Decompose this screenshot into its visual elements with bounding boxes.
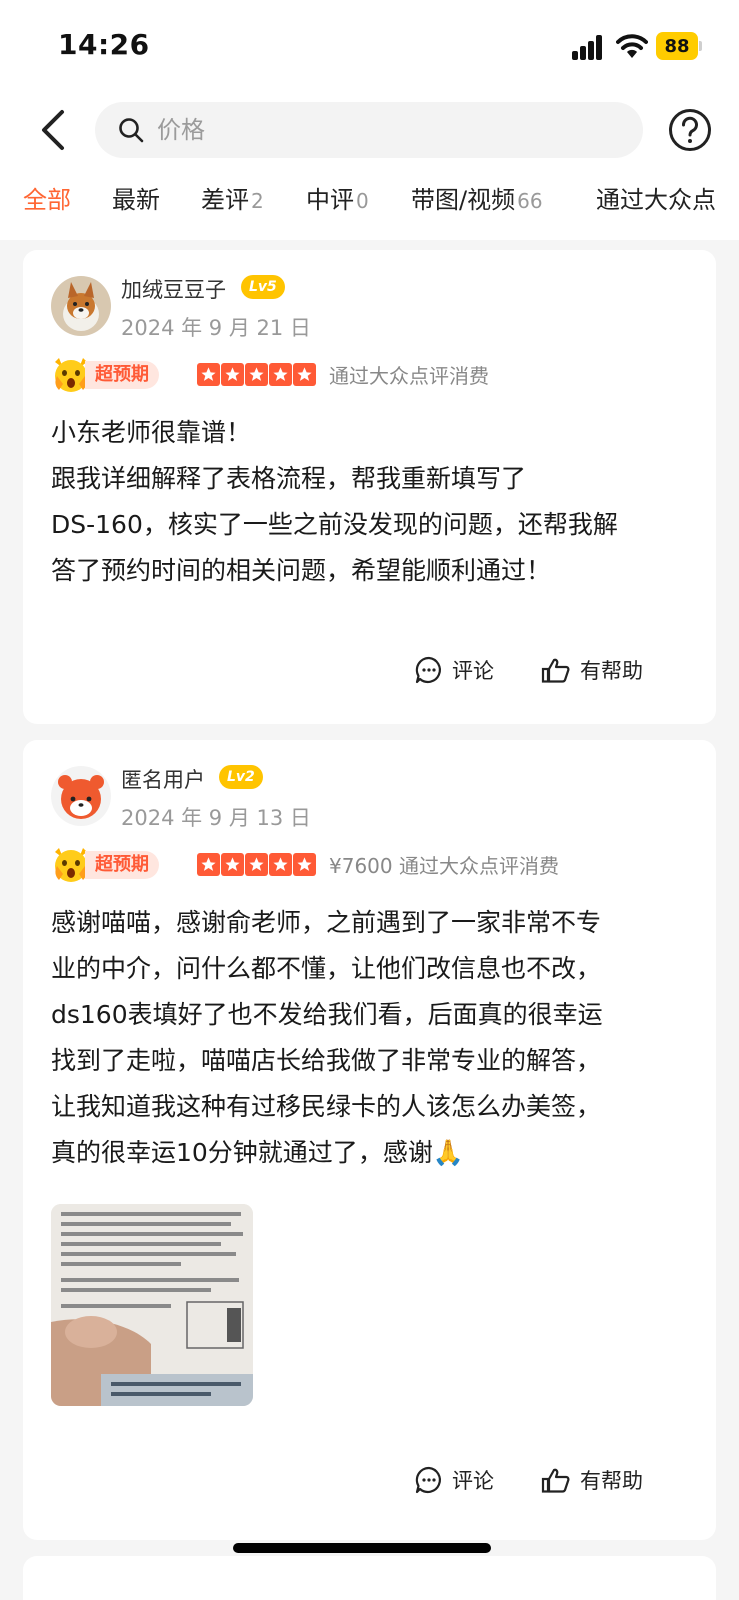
battery-icon: 88 [656, 32, 702, 60]
tab-with-media[interactable]: 带图/视频 66 [411, 180, 543, 215]
review-line: 让我知道我这种有过移民绿卡的人该怎么办美签， [51, 1092, 602, 1121]
username[interactable]: 加绒豆豆子 [121, 274, 226, 304]
rating-row: 超预期 ¥7600 通过大众点评消费 [51, 844, 701, 884]
star-rating [197, 363, 316, 387]
top-nav [0, 98, 739, 162]
help-icon[interactable] [668, 108, 712, 152]
review-line: 真的很幸运10分钟就通过了，感谢🙏 [51, 1138, 464, 1167]
search-bar[interactable] [95, 102, 643, 158]
cellular-signal-icon [572, 34, 606, 60]
review-actions: 评论 有帮助 [392, 650, 692, 690]
rating-row: 超预期 通过大众点评消费 [51, 354, 701, 394]
comment-label: 评论 [452, 659, 494, 683]
review-card-next [23, 1556, 716, 1600]
helpful-button[interactable]: 有帮助 [540, 1460, 643, 1500]
home-indicator [233, 1543, 491, 1553]
tab-negative[interactable]: 差评 2 [201, 180, 264, 215]
tab-count: 0 [356, 189, 369, 213]
top-area: 14:26 88 价格 全部 最新 差评 2 中评 0 带图/视频 66 通过大… [0, 0, 739, 240]
tab-label: 差评 [201, 186, 249, 214]
star-icon [197, 853, 220, 876]
avatar[interactable] [51, 276, 111, 336]
review-actions: 评论 有帮助 [392, 1460, 692, 1500]
review-line: 跟我详细解释了表格流程，帮我重新填写了 [51, 464, 527, 493]
tab-verified[interactable]: 通过大众点 [596, 180, 716, 215]
search-icon [119, 118, 144, 143]
username[interactable]: 匿名用户 [121, 764, 205, 794]
status-time: 14:26 [58, 28, 150, 61]
tab-neutral[interactable]: 中评 0 [306, 180, 369, 215]
filter-tabs: 全部 最新 差评 2 中评 0 带图/视频 66 通过大众点 [0, 172, 739, 228]
helpful-button[interactable]: 有帮助 [540, 650, 643, 690]
review-line: DS-160，核实了一些之前没发现的问题，还帮我解 [51, 510, 618, 539]
star-icon [293, 363, 316, 386]
user-avatar-dog-icon [51, 276, 111, 336]
tab-label: 全部 [23, 186, 71, 214]
tab-latest[interactable]: 最新 [112, 180, 160, 215]
review-text[interactable]: 感谢喵喵，感谢俞老师，之前遇到了一家非常不专 业的中介，问什么都不懂，让他们改信… [51, 900, 691, 1176]
level-badge: Lv2 [219, 765, 263, 789]
review-line: 答了预约时间的相关问题，希望能顺利通过！ [51, 556, 552, 585]
back-arrow-icon[interactable] [36, 106, 76, 154]
thumbs-up-icon [541, 658, 570, 683]
review-text[interactable]: 小东老师很靠谱！ 跟我详细解释了表格流程，帮我重新填写了 DS-160，核实了一… [51, 410, 691, 594]
star-rating [197, 853, 316, 877]
tab-label: 通过大众点 [596, 186, 716, 214]
comment-button[interactable]: 评论 [414, 1460, 494, 1500]
comment-button[interactable]: 评论 [414, 650, 494, 690]
avatar[interactable] [51, 766, 111, 826]
comment-label: 评论 [452, 1469, 494, 1493]
exceeds-expectation-tag: 超预期 [85, 851, 159, 879]
wifi-icon [616, 34, 648, 58]
rating-meta: ¥7600 通过大众点评消费 [329, 854, 559, 878]
review-line: 感谢喵喵，感谢俞老师，之前遇到了一家非常不专 [51, 908, 602, 937]
star-icon [293, 853, 316, 876]
review-date: 2024 年 9 月 13 日 [121, 806, 311, 830]
tab-all[interactable]: 全部 [23, 180, 71, 215]
user-avatar-red-panda-icon [51, 766, 111, 826]
level-badge: Lv5 [241, 275, 285, 299]
star-icon [245, 363, 268, 386]
battery-level: 88 [656, 32, 698, 60]
star-icon [269, 363, 292, 386]
helpful-label: 有帮助 [580, 1469, 643, 1493]
review-card: 匿名用户 Lv2 2024 年 9 月 13 日 超预期 ¥7600 通过大众点… [23, 740, 716, 1540]
review-line: 找到了走啦，喵喵店长给我做了非常专业的解答， [51, 1046, 602, 1075]
tab-count: 66 [517, 189, 543, 213]
review-card: 加绒豆豆子 Lv5 2024 年 9 月 21 日 超预期 通过大众点评消费 小… [23, 250, 716, 724]
tab-label: 带图/视频 [411, 186, 516, 214]
star-icon [221, 363, 244, 386]
status-bar: 14:26 88 [0, 0, 739, 90]
tab-count: 2 [251, 189, 264, 213]
review-line: 业的中介，问什么都不懂，让他们改信息也不改， [51, 954, 602, 983]
star-icon [221, 853, 244, 876]
tab-label: 最新 [112, 186, 160, 214]
star-icon [197, 363, 220, 386]
review-date: 2024 年 9 月 21 日 [121, 316, 311, 340]
exceeds-expectation-tag: 超预期 [85, 361, 159, 389]
search-input[interactable] [157, 110, 617, 150]
comment-icon [415, 1466, 441, 1494]
tab-label: 中评 [306, 186, 354, 214]
document-photo-thumbnail [51, 1204, 253, 1406]
star-icon [269, 853, 292, 876]
thumbs-up-icon [541, 1468, 570, 1493]
rating-meta: 通过大众点评消费 [329, 364, 489, 388]
review-line: ds160表填好了也不发给我们看，后面真的很幸运 [51, 1000, 603, 1029]
comment-icon [415, 656, 441, 684]
review-line: 小东老师很靠谱！ [51, 418, 252, 447]
star-icon [245, 853, 268, 876]
review-photo[interactable] [51, 1204, 253, 1406]
helpful-label: 有帮助 [580, 659, 643, 683]
